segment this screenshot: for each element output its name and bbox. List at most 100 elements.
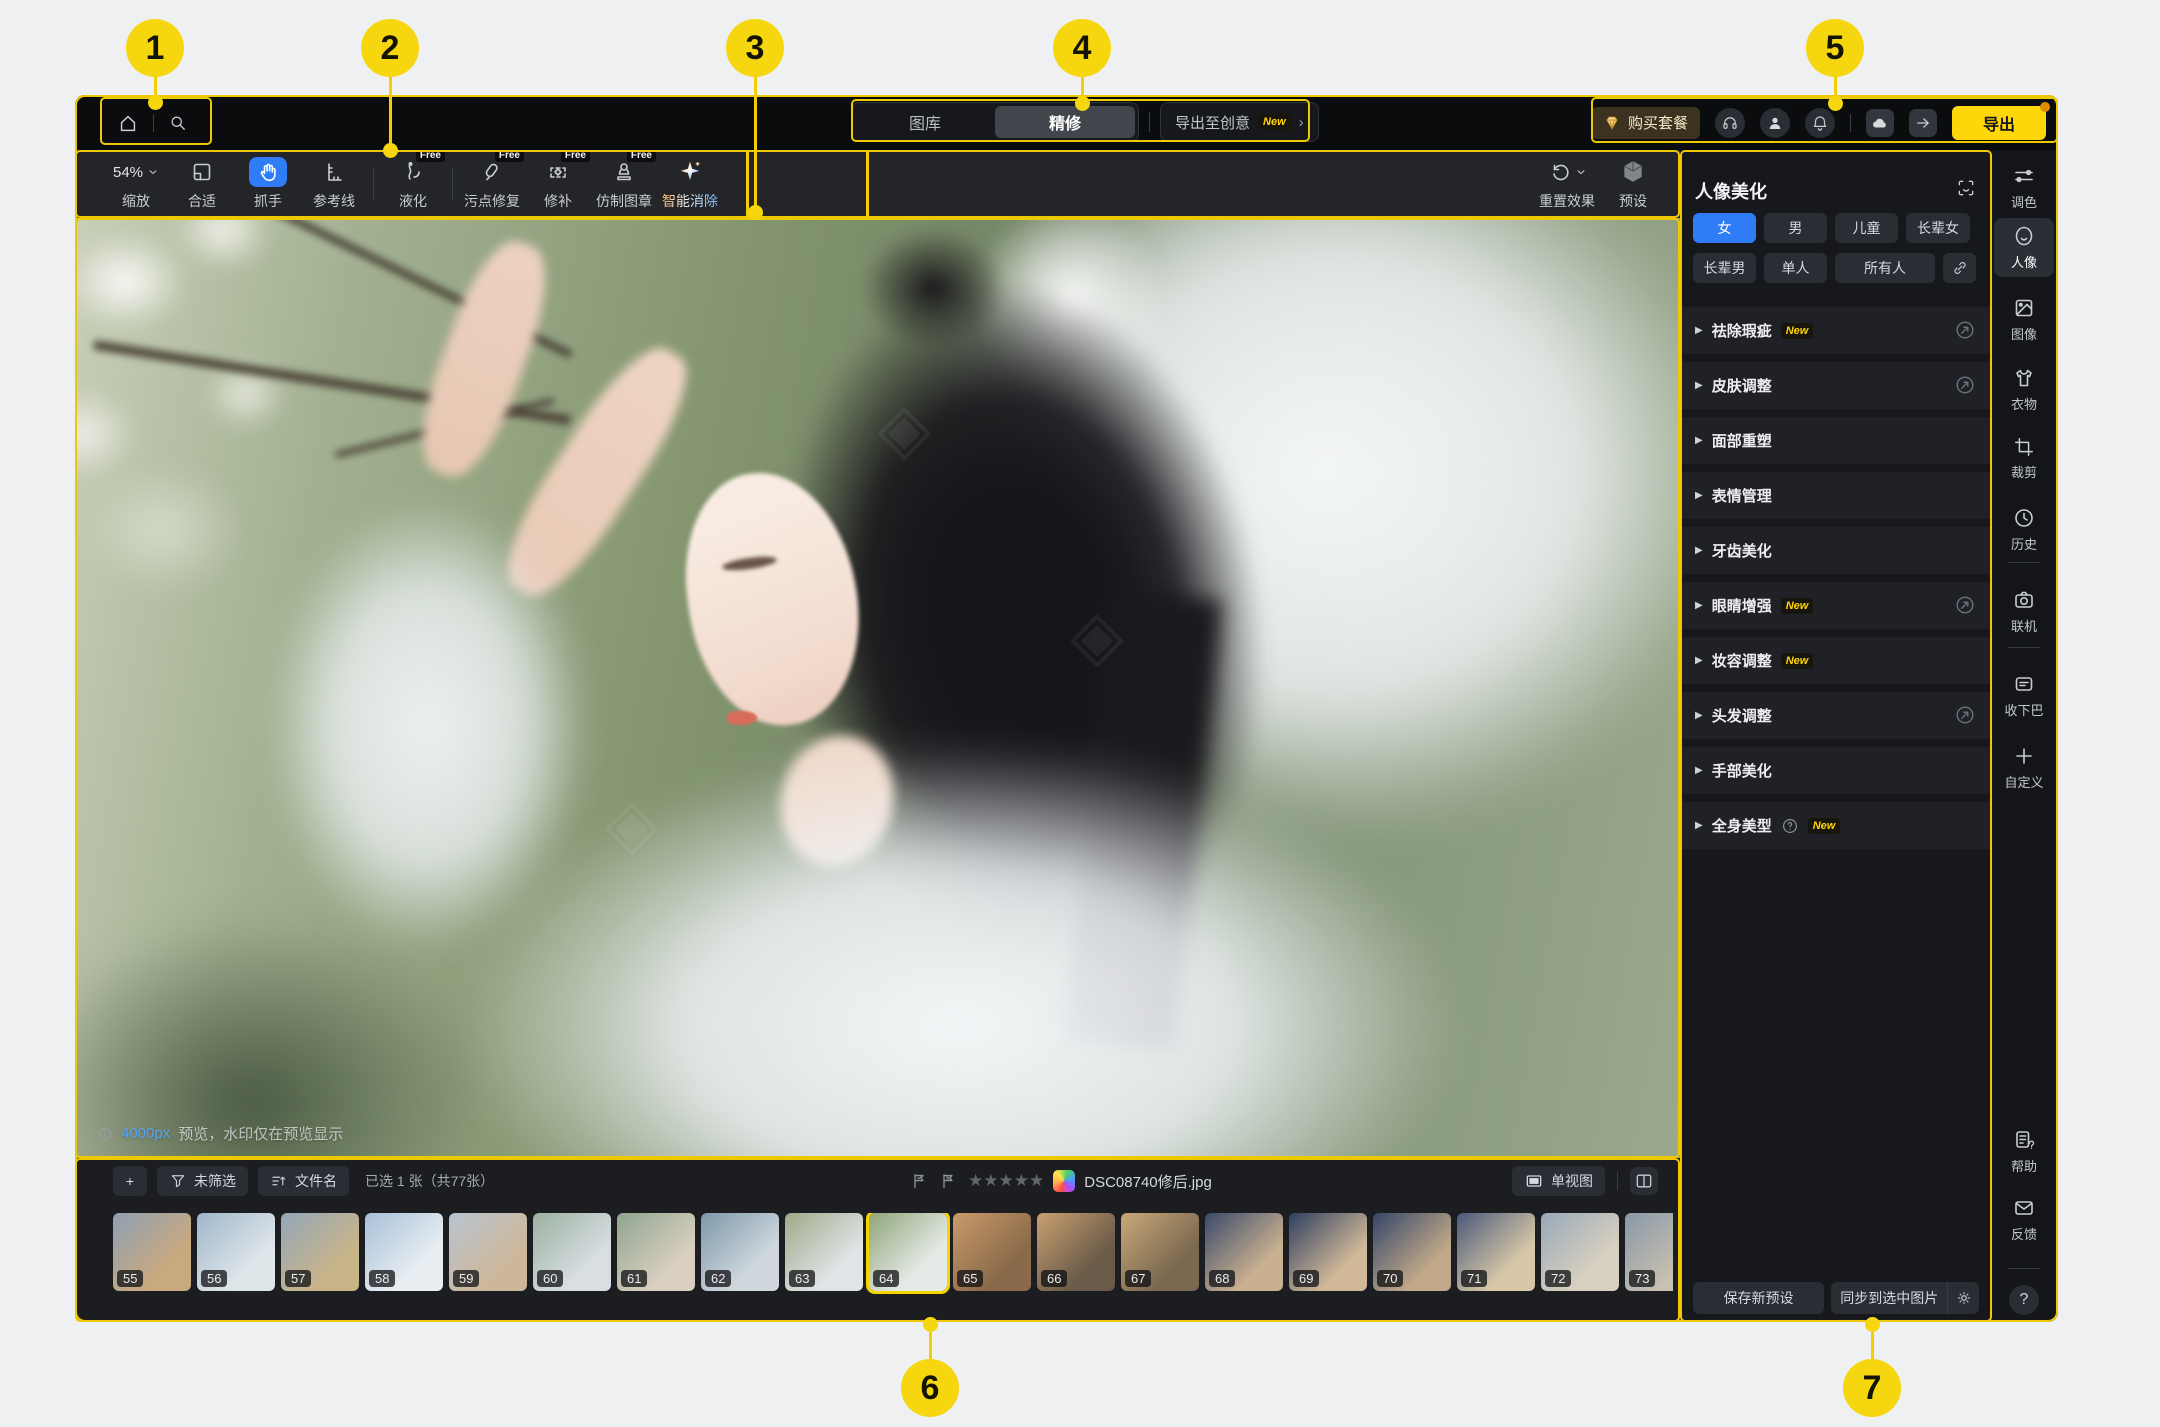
sidebar-item-收下巴[interactable]: 收下巴 xyxy=(1994,666,2054,725)
tool-hand[interactable]: 抓手 xyxy=(235,152,301,216)
color-label-swatch[interactable] xyxy=(1053,1170,1075,1192)
preview-size-link[interactable]: 4000px xyxy=(121,1125,170,1142)
sidebar-item-衣物[interactable]: 衣物 xyxy=(1994,360,2054,419)
auto-apply-icon[interactable] xyxy=(1954,319,1976,341)
divider xyxy=(2008,562,2040,563)
sidebar-item-自定义[interactable]: 自定义 xyxy=(1994,738,2054,797)
section-牙齿美化[interactable]: ▶ 牙齿美化 xyxy=(1681,527,1990,574)
export-button[interactable]: 导出 xyxy=(1952,106,2046,140)
thumbnail-57[interactable]: 57 xyxy=(281,1213,359,1291)
link-faces-button[interactable] xyxy=(1943,253,1976,283)
section-表情管理[interactable]: ▶ 表情管理 xyxy=(1681,472,1990,519)
tool-zoom-percent[interactable]: 54%缩放 xyxy=(103,152,169,216)
auto-apply-icon[interactable] xyxy=(1954,704,1976,726)
sidebar-item-调色[interactable]: 调色 xyxy=(1994,158,2054,217)
thumbnail-68[interactable]: 68 xyxy=(1205,1213,1283,1291)
reject-flag-icon[interactable] xyxy=(939,1171,959,1191)
account-button[interactable] xyxy=(1760,108,1790,138)
thumbnail-55[interactable]: 55 xyxy=(113,1213,191,1291)
gender-button-单人[interactable]: 单人 xyxy=(1764,253,1827,283)
gender-button-女[interactable]: 女 xyxy=(1693,213,1756,243)
tool-bar: 54%缩放合适抓手参考线Free液化Free污点修复Free修补Free仿制图章… xyxy=(75,150,1680,218)
save-preset-button[interactable]: 保存新预设 xyxy=(1693,1282,1824,1314)
section-皮肤调整[interactable]: ▶ 皮肤调整 xyxy=(1681,362,1990,409)
home-icon[interactable] xyxy=(117,112,139,134)
thumbnail-63[interactable]: 63 xyxy=(785,1213,863,1291)
tool-ruler[interactable]: 参考线 xyxy=(301,152,367,216)
support-button[interactable] xyxy=(1715,108,1745,138)
gender-button-男[interactable]: 男 xyxy=(1764,213,1827,243)
tool-liquify[interactable]: Free液化 xyxy=(380,152,446,216)
thumbnail-70[interactable]: 70 xyxy=(1373,1213,1451,1291)
tool-spot-heal[interactable]: Free污点修复 xyxy=(459,152,525,216)
tool-clone-stamp[interactable]: Free仿制图章 xyxy=(591,152,657,216)
auto-apply-icon[interactable] xyxy=(1954,374,1976,396)
share-button[interactable] xyxy=(1909,109,1937,137)
zoom-level-value[interactable]: 54% xyxy=(113,157,159,187)
section-面部重塑[interactable]: ▶ 面部重塑 xyxy=(1681,417,1990,464)
search-icon[interactable] xyxy=(168,113,188,133)
sidebar-item-联机[interactable]: 联机 xyxy=(1994,582,2054,641)
sync-to-selected-button[interactable]: 同步到选中图片 xyxy=(1831,1282,1947,1314)
thumbnail-56[interactable]: 56 xyxy=(197,1213,275,1291)
section-手部美化[interactable]: ▶ 手部美化 xyxy=(1681,747,1990,794)
star-icon[interactable]: ★ xyxy=(1029,1171,1044,1190)
auto-apply-icon[interactable] xyxy=(1954,594,1976,616)
gender-button-儿童[interactable]: 儿童 xyxy=(1835,213,1898,243)
thumbnail-65[interactable]: 65 xyxy=(953,1213,1031,1291)
face-scan-icon[interactable] xyxy=(1956,178,1976,198)
sidebar-item-裁剪[interactable]: 裁剪 xyxy=(1994,430,2054,487)
notifications-button[interactable] xyxy=(1805,108,1835,138)
thumbnail-67[interactable]: 67 xyxy=(1121,1213,1199,1291)
sidebar-item-反馈[interactable]: 反馈 xyxy=(1994,1190,2054,1249)
gender-button-长辈女[interactable]: 长辈女 xyxy=(1906,213,1970,243)
thumbnail-64[interactable]: 64 xyxy=(869,1213,947,1291)
thumbnail-58[interactable]: 58 xyxy=(365,1213,443,1291)
thumbnail-72[interactable]: 72 xyxy=(1541,1213,1619,1291)
star-icon[interactable]: ★ xyxy=(999,1171,1014,1190)
sidebar-item-图像[interactable]: 图像 xyxy=(1994,290,2054,349)
thumbnail-61[interactable]: 61 xyxy=(617,1213,695,1291)
cloud-sync-button[interactable] xyxy=(1866,109,1894,137)
star-rating[interactable]: ★★★★★ xyxy=(968,1171,1044,1191)
sidebar-item-人像[interactable]: 人像 xyxy=(1994,218,2054,277)
tab-gallery[interactable]: 图库 xyxy=(855,106,995,138)
thumbnail-73[interactable]: 73 xyxy=(1625,1213,1673,1291)
tool-ai-sparkle[interactable]: 智能消除 xyxy=(657,152,723,216)
section-眼睛增强[interactable]: ▶ 眼睛增强New xyxy=(1681,582,1990,629)
thumbnail-59[interactable]: 59 xyxy=(449,1213,527,1291)
star-icon[interactable]: ★ xyxy=(968,1171,983,1190)
mail-icon xyxy=(2012,1196,2036,1220)
thumbnail-66[interactable]: 66 xyxy=(1037,1213,1115,1291)
single-view-button[interactable]: 单视图 xyxy=(1512,1166,1605,1196)
thumbnail-69[interactable]: 69 xyxy=(1289,1213,1367,1291)
sidebar-item-历史[interactable]: 历史 xyxy=(1994,500,2054,559)
buy-plan-button[interactable]: 购买套餐 xyxy=(1591,107,1700,139)
quick-help-button[interactable]: ? xyxy=(2009,1285,2039,1315)
tool-preset-cube[interactable]: 预设 xyxy=(1600,152,1666,216)
sidebar-item-帮助[interactable]: 帮助 xyxy=(1994,1122,2054,1181)
section-全身美型[interactable]: ▶ 全身美型New xyxy=(1681,802,1990,849)
tool-patch[interactable]: Free修补 xyxy=(525,152,591,216)
thumbnail-60[interactable]: 60 xyxy=(533,1213,611,1291)
star-icon[interactable]: ★ xyxy=(983,1171,998,1190)
thumbnail-62[interactable]: 62 xyxy=(701,1213,779,1291)
photo-canvas[interactable]: ◈ ◈ ◈ 4000px 预览，水印仅在预览显示 xyxy=(75,218,1680,1158)
gender-button-所有人[interactable]: 所有人 xyxy=(1835,253,1935,283)
gender-button-长辈男[interactable]: 长辈男 xyxy=(1693,253,1756,283)
tab-retouch[interactable]: 精修 xyxy=(995,106,1135,138)
sort-button[interactable]: 文件名 xyxy=(258,1166,349,1196)
sync-settings-button[interactable] xyxy=(1947,1282,1979,1314)
add-photos-button[interactable]: + xyxy=(113,1166,147,1196)
tool-fit[interactable]: 合适 xyxy=(169,152,235,216)
pick-flag-icon[interactable] xyxy=(910,1171,930,1191)
star-icon[interactable]: ★ xyxy=(1014,1171,1029,1190)
export-to-creative-button[interactable]: 导出至创意 New › xyxy=(1160,102,1319,142)
section-头发调整[interactable]: ▶ 头发调整 xyxy=(1681,692,1990,739)
thumbnail-71[interactable]: 71 xyxy=(1457,1213,1535,1291)
section-祛除瑕疵[interactable]: ▶ 祛除瑕疵New xyxy=(1681,307,1990,354)
filter-button[interactable]: 未筛选 xyxy=(157,1166,248,1196)
section-妆容调整[interactable]: ▶ 妆容调整New xyxy=(1681,637,1990,684)
tool-undo[interactable]: 重置效果 xyxy=(1534,152,1600,216)
split-view-button[interactable] xyxy=(1630,1167,1658,1195)
